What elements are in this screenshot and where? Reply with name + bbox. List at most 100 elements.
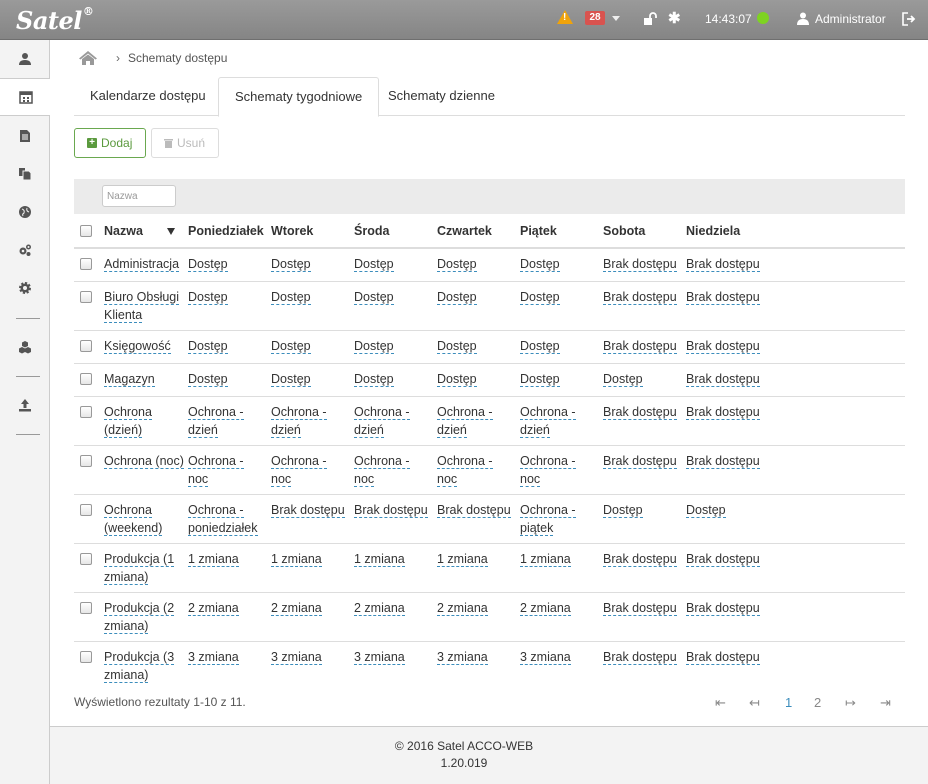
row-checkbox[interactable] [80,291,92,303]
sort-desc-icon[interactable] [166,227,175,235]
schedule-name-link[interactable]: Produkcja (2 zmiana) [104,601,175,634]
delete-button[interactable]: Usuń [151,128,219,158]
schedule-day-link[interactable]: Brak dostępu [271,503,345,518]
schedule-day-link[interactable]: Dostęp [437,372,477,387]
schedule-day-link[interactable]: Brak dostępu [603,339,677,354]
schedule-day-link[interactable]: Brak dostępu [603,650,677,665]
column-header-name[interactable]: Nazwa [102,214,186,249]
page-2-button[interactable]: 2 [814,695,821,710]
satel-logo[interactable]: Satel® [16,5,94,35]
schedule-name-link[interactable]: Biuro Obsługi Klienta [104,290,180,323]
schedule-day-link[interactable]: 3 zmiana [520,650,571,665]
tab-schematy-tygodniowe[interactable]: Schematy tygodniowe [218,77,380,117]
schedule-day-link[interactable]: Brak dostępu [354,503,428,518]
schedule-day-link[interactable]: Brak dostępu [686,290,760,305]
sidebar-item-network[interactable] [0,193,50,231]
schedule-name-link[interactable]: Magazyn [104,372,155,387]
schedule-day-link[interactable]: 3 zmiana [188,650,239,665]
schedule-day-link[interactable]: Dostęp [520,372,560,387]
row-checkbox[interactable] [80,651,92,663]
schedule-day-link[interactable]: Brak dostępu [437,503,511,518]
tab-schematy-dzienne[interactable]: Schematy dzienne [372,77,511,116]
schedule-day-link[interactable]: 2 zmiana [188,601,239,616]
last-page-button[interactable]: ⇥ [880,695,891,711]
schedule-day-link[interactable]: Dostęp [271,372,311,387]
row-checkbox[interactable] [80,553,92,565]
row-checkbox[interactable] [80,258,92,270]
schedule-day-link[interactable]: Ochrona - noc [437,454,493,487]
schedule-name-link[interactable]: Produkcja (3 zmiana) [104,650,175,683]
row-checkbox[interactable] [80,406,92,418]
schedule-day-link[interactable]: 3 zmiana [271,650,322,665]
sidebar-item-settings[interactable] [0,269,50,307]
schedule-day-link[interactable]: 1 zmiana [188,552,239,567]
schedule-day-link[interactable]: Ochrona - dzień [354,405,410,438]
schedule-day-link[interactable]: Dostęp [271,257,311,272]
schedule-name-link[interactable]: Produkcja (1 zmiana) [104,552,175,585]
user-name[interactable]: Administrator [815,12,886,26]
column-header-sunday[interactable]: Niedziela [684,214,905,249]
schedule-name-link[interactable]: Ochrona (dzień) [104,405,152,438]
select-all-checkbox[interactable] [80,224,92,237]
schedule-day-link[interactable]: Dostęp [271,290,311,305]
schedule-day-link[interactable]: 1 zmiana [520,552,571,567]
schedule-day-link[interactable]: Ochrona - piątek [520,503,576,536]
schedule-day-link[interactable]: Ochrona - poniedziałek [188,503,258,536]
page-1-button[interactable]: 1 [785,695,792,710]
schedule-name-link[interactable]: Księgowość [104,339,171,354]
schedule-day-link[interactable]: Brak dostępu [603,601,677,616]
schedule-day-link[interactable]: Brak dostępu [603,552,677,567]
schedule-day-link[interactable]: 3 zmiana [437,650,488,665]
column-header-saturday[interactable]: Sobota [601,214,684,249]
schedule-day-link[interactable]: Ochrona - noc [271,454,327,487]
schedule-day-link[interactable]: Dostęp [520,339,560,354]
caret-down-icon[interactable] [612,16,620,21]
schedule-name-link[interactable]: Administracja [104,257,180,272]
schedule-day-link[interactable]: Dostęp [437,339,477,354]
unlock-icon[interactable] [643,12,657,26]
schedule-day-link[interactable]: Brak dostępu [686,405,760,420]
schedule-day-link[interactable]: Ochrona - noc [520,454,576,487]
schedule-day-link[interactable]: Dostęp [686,503,726,518]
column-header-thursday[interactable]: Czwartek [435,214,518,249]
add-button[interactable]: + Dodaj [74,128,146,158]
schedule-day-link[interactable]: 1 zmiana [437,552,488,567]
row-checkbox[interactable] [80,373,92,385]
sidebar-item-modules[interactable] [0,328,50,366]
schedule-day-link[interactable]: Dostęp [603,372,643,387]
schedule-day-link[interactable]: Brak dostępu [603,454,677,469]
schedule-day-link[interactable]: 2 zmiana [437,601,488,616]
schedule-day-link[interactable]: 3 zmiana [354,650,405,665]
row-checkbox[interactable] [80,504,92,516]
schedule-day-link[interactable]: Dostęp [188,290,228,305]
asterisk-icon[interactable]: ✱ [668,9,681,27]
schedule-day-link[interactable]: Brak dostępu [686,257,760,272]
column-header-wednesday[interactable]: Środa [352,214,435,249]
schedule-day-link[interactable]: 1 zmiana [271,552,322,567]
schedule-day-link[interactable]: Dostęp [354,257,394,272]
warning-icon[interactable] [557,10,573,24]
sidebar-item-copy[interactable] [0,155,50,193]
row-checkbox[interactable] [80,455,92,467]
column-header-friday[interactable]: Piątek [518,214,601,249]
schedule-day-link[interactable]: Ochrona - noc [188,454,244,487]
schedule-day-link[interactable]: Ochrona - dzień [271,405,327,438]
sidebar-item-documents[interactable] [0,117,50,155]
schedule-day-link[interactable]: Brak dostępu [686,601,760,616]
schedule-day-link[interactable]: Brak dostępu [603,405,677,420]
column-header-monday[interactable]: Poniedziałek [186,214,269,249]
schedule-day-link[interactable]: Brak dostępu [686,650,760,665]
schedule-day-link[interactable]: 2 zmiana [520,601,571,616]
schedule-day-link[interactable]: Dostęp [520,257,560,272]
schedule-day-link[interactable]: Dostęp [354,372,394,387]
tab-kalendarze-dostepu[interactable]: Kalendarze dostępu [74,77,222,116]
schedule-day-link[interactable]: Dostęp [354,339,394,354]
schedule-day-link[interactable]: 1 zmiana [354,552,405,567]
schedule-day-link[interactable]: Dostęp [437,257,477,272]
schedule-name-link[interactable]: Ochrona (weekend) [104,503,163,536]
schedule-day-link[interactable]: Dostęp [271,339,311,354]
schedule-day-link[interactable]: Brak dostępu [686,339,760,354]
next-page-button[interactable]: ↦ [845,695,856,711]
schedule-name-link[interactable]: Ochrona (noc) [104,454,184,469]
logout-icon[interactable] [902,12,916,26]
